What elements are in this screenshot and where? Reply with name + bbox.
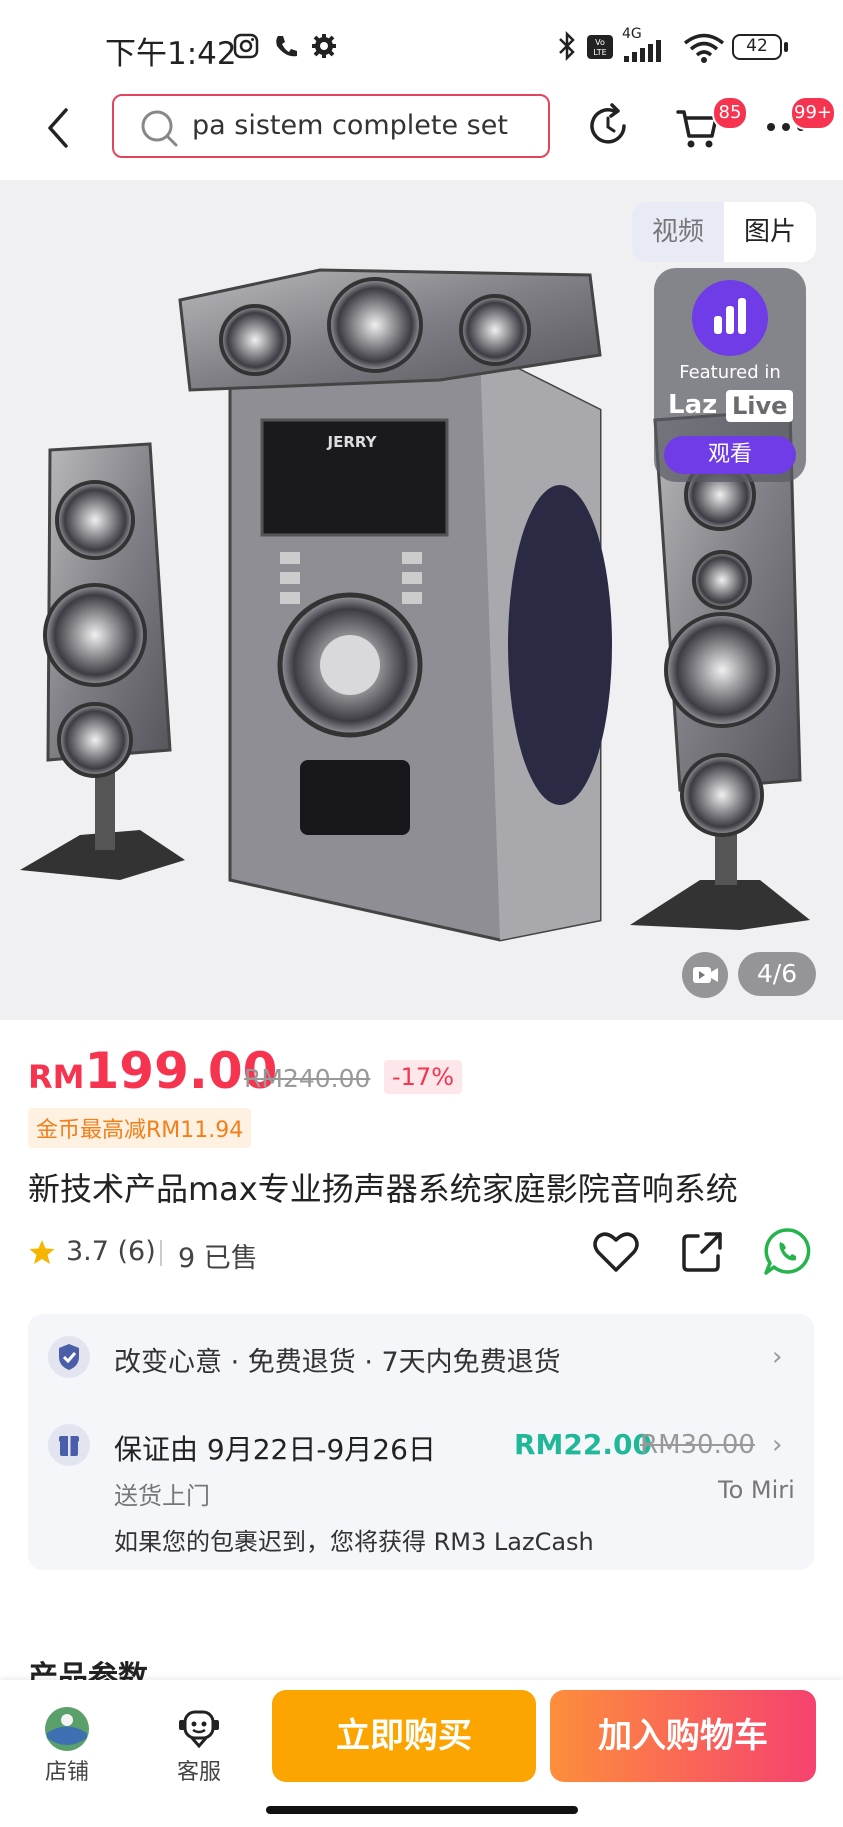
delivery-guarantee-text[interactable]: 保证由 9月22日-9月26日	[114, 1428, 436, 1468]
shipping-fee: RM22.00	[514, 1428, 652, 1461]
original-price: RM240.00	[244, 1064, 371, 1093]
back-arrow-icon[interactable]	[40, 106, 80, 150]
price: RM199.00	[28, 1042, 277, 1100]
svg-text:Vo: Vo	[595, 38, 605, 47]
home-indicator[interactable]	[266, 1806, 578, 1814]
battery-indicator: 42	[732, 34, 782, 60]
star-icon	[29, 1240, 55, 1264]
svg-text:LTE: LTE	[593, 48, 606, 57]
wishlist-heart-icon[interactable]	[590, 1226, 642, 1278]
chevron-right-icon[interactable]: ›	[772, 1430, 782, 1460]
store-label[interactable]: 店铺	[27, 1754, 107, 1786]
tab-images[interactable]: 图片	[724, 202, 816, 262]
sold-count: 9 已售	[178, 1243, 258, 1274]
settings-gear-icon	[312, 34, 336, 58]
media-type-switch[interactable]: 视频 图片	[632, 202, 816, 262]
door-delivery-label: 送货上门	[114, 1482, 210, 1510]
video-icon-button[interactable]	[682, 952, 728, 998]
speaker-brand-label: JERRY	[327, 433, 378, 451]
battery-tip	[784, 42, 788, 52]
lazlive-brand-live: Live	[726, 390, 794, 422]
search-box[interactable]: pa sistem complete set	[112, 94, 550, 158]
search-icon	[141, 110, 178, 147]
status-time: 下午1:42	[105, 36, 237, 72]
return-policy-text[interactable]: 改变心意 · 免费退货 · 7天内免费退货	[114, 1340, 561, 1379]
bluetooth-icon	[559, 30, 575, 62]
divider	[160, 1240, 162, 1266]
messages-count-badge: 99+	[790, 96, 836, 130]
shield-check-icon	[59, 1344, 79, 1370]
shipping-original-fee: RM30.00	[640, 1430, 755, 1460]
share-icon[interactable]	[676, 1226, 728, 1278]
coin-discount-tag[interactable]: 金币最高减RM11.94	[28, 1108, 252, 1148]
volte-icon: VoLTE	[587, 35, 613, 59]
customer-service-label[interactable]: 客服	[159, 1754, 239, 1786]
destination-label[interactable]: To Miri	[718, 1476, 795, 1504]
delivery-badge	[48, 1424, 90, 1466]
history-refresh-icon[interactable]	[584, 100, 632, 152]
lazlive-promo-card[interactable]: Featured in Laz Live 观看	[654, 268, 806, 482]
wifi-icon	[683, 33, 725, 63]
gift-box-icon	[59, 1436, 79, 1456]
product-title: 新技术产品max专业扬声器系统家庭影院音响系统	[28, 1170, 738, 1208]
late-compensation-text: 如果您的包裹迟到，您将获得 RM3 LazCash	[114, 1528, 594, 1556]
cart-count-badge: 85	[712, 96, 748, 130]
discount-badge: -17%	[384, 1060, 463, 1094]
customer-service-icon[interactable]	[176, 1708, 222, 1750]
instagram-icon	[233, 33, 259, 59]
whatsapp-icon[interactable]	[762, 1226, 814, 1278]
buy-now-button[interactable]: 立即购买	[272, 1690, 536, 1782]
live-bars-icon	[692, 280, 768, 356]
store-avatar-icon[interactable]	[44, 1706, 90, 1752]
phone-call-icon	[276, 36, 297, 57]
video-camera-icon	[693, 967, 718, 983]
chevron-right-icon[interactable]: ›	[772, 1342, 782, 1372]
featured-in-text: Featured in	[679, 362, 781, 383]
image-counter: 4/6	[738, 952, 816, 996]
signal-icon	[624, 40, 661, 62]
add-to-cart-button[interactable]: 加入购物车	[550, 1690, 816, 1782]
return-shield-badge	[48, 1336, 90, 1378]
tab-video[interactable]: 视频	[632, 202, 724, 262]
watch-live-button[interactable]: 观看	[664, 436, 796, 474]
rating-score[interactable]: 3.7 (6)	[66, 1236, 156, 1267]
currency-label: RM	[28, 1058, 85, 1096]
lazlive-brand-laz: Laz	[668, 390, 718, 420]
search-input-text[interactable]: pa sistem complete set	[192, 110, 508, 141]
